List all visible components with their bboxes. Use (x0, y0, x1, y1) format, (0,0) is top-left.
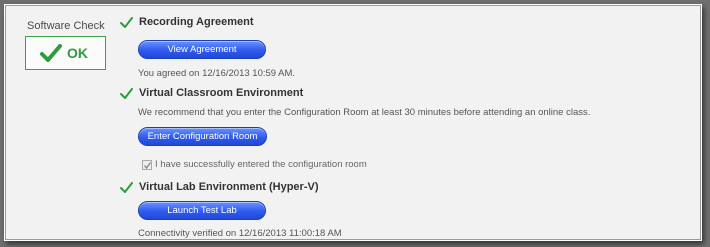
virtual-classroom-title: Virtual Classroom Environment (120, 87, 303, 99)
section-title-text: Virtual Lab Environment (Hyper-V) (139, 181, 319, 193)
checkmark-icon (120, 87, 133, 99)
checkbox-check-icon (143, 161, 152, 169)
connectivity-verified-note: Connectivity verified on 12/16/2013 11:0… (138, 228, 342, 239)
status-badge: OK (25, 36, 106, 70)
view-agreement-button[interactable]: View Agreement (138, 40, 266, 59)
virtual-lab-title: Virtual Lab Environment (Hyper-V) (120, 181, 319, 193)
software-check-label: Software Check (27, 20, 105, 32)
configuration-room-checkbox-row: I have successfully entered the configur… (142, 159, 367, 170)
classroom-recommendation-note: We recommend that you enter the Configur… (138, 107, 591, 118)
section-title-text: Recording Agreement (139, 16, 254, 28)
checkmark-icon (120, 181, 133, 193)
checkmark-icon (120, 16, 133, 28)
recording-agreement-title: Recording Agreement (120, 16, 254, 28)
enter-configuration-room-button[interactable]: Enter Configuration Room (138, 127, 267, 146)
status-text: OK (67, 45, 88, 61)
software-check-panel: Software Check OK Recording Agreement Vi… (4, 4, 702, 241)
checkmark-icon (40, 44, 62, 62)
configuration-room-checkbox[interactable] (142, 159, 152, 170)
launch-test-lab-button[interactable]: Launch Test Lab (138, 201, 266, 220)
agreement-date-note: You agreed on 12/16/2013 10:59 AM. (138, 68, 296, 79)
checkbox-label: I have successfully entered the configur… (155, 159, 367, 170)
section-title-text: Virtual Classroom Environment (139, 87, 304, 99)
